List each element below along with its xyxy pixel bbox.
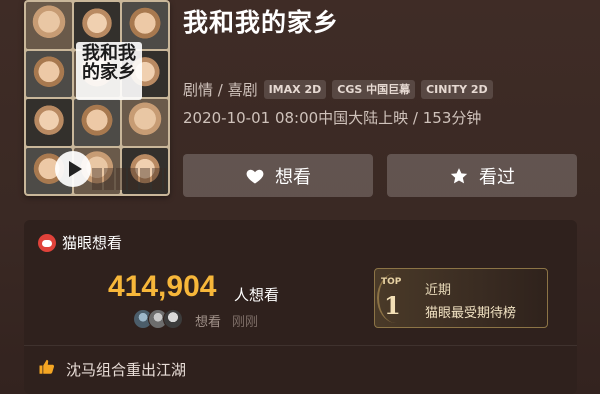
movie-title: 我和我的家乡 bbox=[183, 8, 340, 37]
format-tag-imax: IMAX 2D bbox=[263, 79, 327, 99]
movie-poster[interactable]: 我和我的家乡 bbox=[24, 0, 170, 196]
watched-button[interactable]: 看过 bbox=[387, 154, 577, 197]
poster-credits bbox=[92, 168, 166, 190]
poster-face bbox=[122, 99, 168, 146]
maoyan-header: 猫眼想看 bbox=[38, 232, 122, 253]
poster-face bbox=[26, 2, 72, 49]
divider bbox=[24, 345, 577, 346]
want-count: 414,904 bbox=[108, 270, 217, 303]
rank-top-label: TOP bbox=[381, 277, 402, 287]
maoyan-cat-icon bbox=[38, 233, 56, 252]
highlight-row[interactable]: 沈马组合重出江湖 bbox=[38, 358, 186, 380]
avatar bbox=[163, 309, 183, 329]
avatar-time: 刚刚 bbox=[232, 315, 259, 330]
poster-face bbox=[26, 99, 72, 146]
rank-list-name: 猫眼最受期待榜 bbox=[425, 306, 517, 321]
want-to-watch-label: 想看 bbox=[275, 166, 311, 188]
release-info: 2020-10-01 08:00中国大陆上映 / 153分钟 bbox=[183, 109, 482, 127]
heart-icon bbox=[246, 169, 264, 183]
poster-title: 我和我的家乡 bbox=[76, 42, 142, 100]
ranking-badge[interactable]: TOP 1 近期 猫眼最受期待榜 bbox=[374, 268, 548, 328]
rank-period: 近期 bbox=[425, 283, 452, 298]
avatar-action-label: 想看 bbox=[195, 315, 222, 330]
highlight-text: 沈马组合重出江湖 bbox=[66, 360, 187, 379]
poster-face bbox=[74, 99, 120, 146]
genre-format-row: 剧情 / 喜剧 IMAX 2D CGS 中国巨幕 CINITY 2D bbox=[183, 78, 493, 100]
format-tag-cinity: CINITY 2D bbox=[421, 79, 493, 99]
rank-number: 1 bbox=[384, 291, 401, 320]
recent-users-avatars[interactable] bbox=[133, 309, 183, 329]
poster-face bbox=[26, 50, 72, 97]
want-to-watch-button[interactable]: 想看 bbox=[183, 154, 373, 197]
genres: 剧情 / 喜剧 bbox=[183, 80, 258, 99]
want-count-suffix: 人想看 bbox=[234, 286, 280, 304]
play-trailer-button[interactable] bbox=[55, 151, 91, 187]
watched-label: 看过 bbox=[479, 166, 515, 188]
star-icon bbox=[450, 167, 468, 183]
thumbs-up-icon bbox=[38, 358, 56, 380]
play-icon bbox=[68, 161, 82, 177]
format-tag-cgs: CGS 中国巨幕 bbox=[332, 79, 416, 99]
maoyan-header-label: 猫眼想看 bbox=[62, 234, 123, 252]
